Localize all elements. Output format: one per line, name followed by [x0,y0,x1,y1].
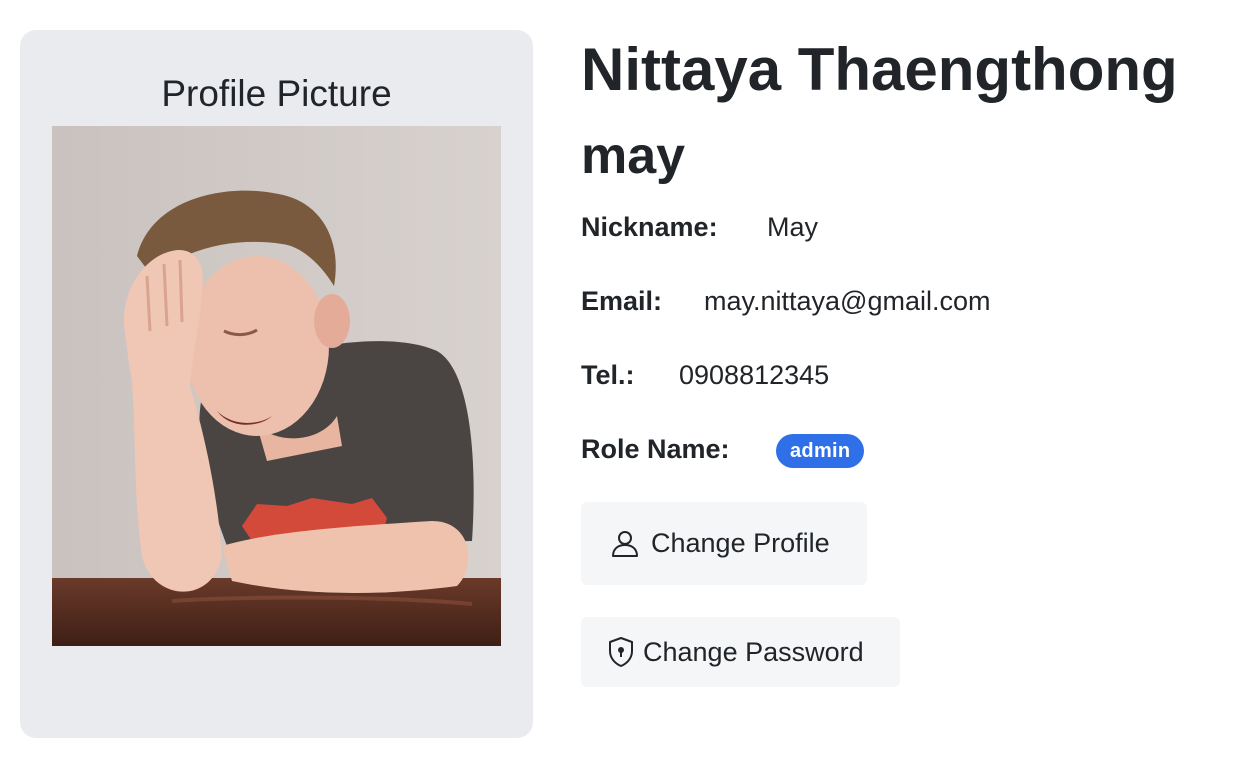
username: may [581,127,686,185]
tel-row: Tel.: 0908812345 [581,357,829,393]
role-label: Role Name: [581,434,730,464]
email-value: may.nittaya@gmail.com [704,286,991,316]
change-password-label: Change Password [643,636,864,667]
change-profile-label: Change Profile [651,528,830,558]
card-title: Profile Picture [161,73,392,114]
nickname-label: Nickname: [581,212,718,242]
tel-label: Tel.: [581,360,635,390]
role-badge: admin [776,434,865,468]
shield-lock-icon [607,636,635,668]
email-row: Email: may.nittaya@gmail.com [581,283,991,319]
profile-page: Profile Picture Nittaya Thaengthong may … [0,0,1260,762]
user-full-name: Nittaya Thaengthong [581,36,1178,103]
email-label: Email: [581,286,663,316]
nickname-value: May [767,212,819,242]
nickname-row: Nickname: May [581,209,818,245]
user-icon [609,528,641,560]
profile-photo [52,126,501,646]
change-password-button[interactable]: Change Password [581,617,900,687]
profile-picture-card: Profile Picture [20,30,533,738]
tel-value: 0908812345 [679,360,830,390]
role-row: Role Name: admin [581,431,865,468]
change-profile-button[interactable]: Change Profile [581,502,867,585]
